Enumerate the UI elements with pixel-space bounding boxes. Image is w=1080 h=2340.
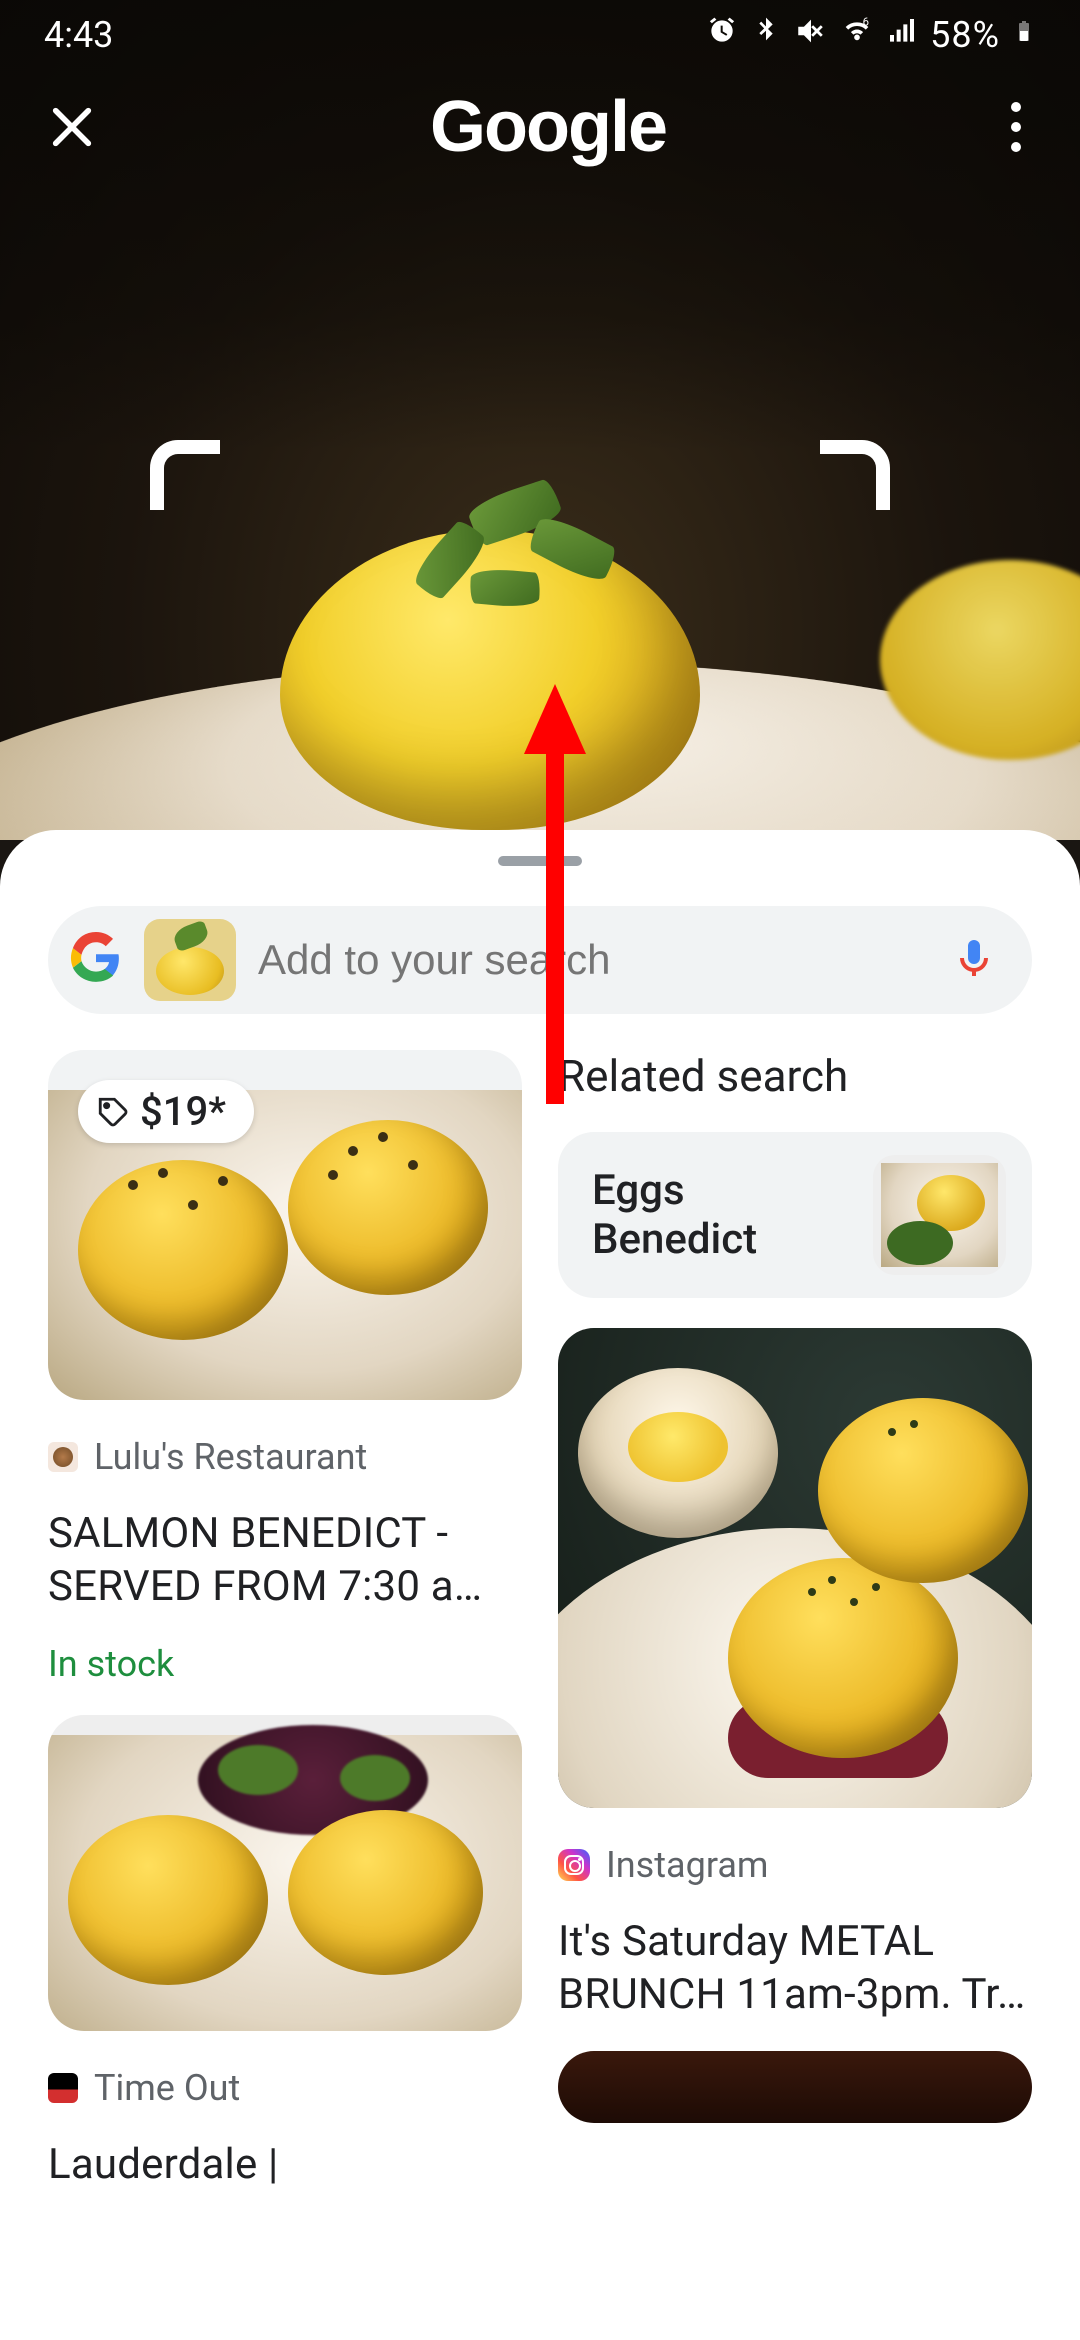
- related-search-chip[interactable]: Eggs Benedict: [558, 1132, 1032, 1298]
- result-image[interactable]: [558, 1328, 1032, 1808]
- instagram-icon: [558, 1849, 590, 1881]
- result-image[interactable]: [48, 1715, 522, 2031]
- wifi-icon: 6: [840, 14, 874, 57]
- google-logo: Google: [430, 86, 666, 168]
- result-image[interactable]: $19*: [48, 1050, 522, 1400]
- svg-text:6: 6: [863, 14, 869, 28]
- sheet-grabber[interactable]: [498, 856, 582, 866]
- crop-corner-tl[interactable]: [150, 440, 220, 510]
- price-tag: $19*: [78, 1080, 254, 1143]
- result-source[interactable]: Lulu's Restaurant: [48, 1436, 522, 1478]
- results-right-column: Related search Eggs Benedict: [558, 1050, 1032, 2192]
- stock-status: In stock: [48, 1643, 522, 1685]
- status-time: 4:43: [44, 14, 113, 56]
- results-bottom-sheet[interactable]: $19* Lulu's Restaurant SALMON BENEDICT -…: [0, 830, 1080, 2340]
- source-name: Time Out: [94, 2067, 240, 2109]
- search-bar[interactable]: [48, 906, 1032, 1014]
- favicon-icon: [48, 1442, 78, 1472]
- results-left-column: $19* Lulu's Restaurant SALMON BENEDICT -…: [48, 1050, 522, 2192]
- price-value: $19*: [140, 1088, 226, 1135]
- signal-icon: [886, 14, 918, 56]
- related-chip-thumbnail: [873, 1155, 1006, 1275]
- search-query-thumbnail[interactable]: [144, 919, 236, 1001]
- alarm-icon: [706, 14, 738, 56]
- related-chip-label: Eggs Benedict: [592, 1166, 853, 1264]
- mute-icon: [794, 14, 828, 57]
- google-g-icon: [70, 932, 122, 988]
- battery-percent: 58%: [930, 14, 1000, 56]
- app-header: Google: [0, 86, 1080, 168]
- result-title[interactable]: Lauderdale |: [48, 2139, 522, 2192]
- more-options-button[interactable]: [996, 99, 1036, 155]
- source-name: Instagram: [606, 1844, 768, 1886]
- search-input[interactable]: [258, 936, 928, 984]
- source-name: Lulu's Restaurant: [94, 1436, 367, 1478]
- favicon-icon: [48, 2073, 78, 2103]
- mic-icon[interactable]: [950, 934, 998, 986]
- result-title[interactable]: It's Saturday METAL BRUNCH 11am-3pm. Tr…: [558, 1916, 1032, 2021]
- result-image[interactable]: [558, 2051, 1032, 2123]
- bluetooth-icon: [750, 14, 782, 56]
- result-source[interactable]: Instagram: [558, 1844, 1032, 1886]
- related-search-heading: Related search: [558, 1050, 1032, 1102]
- battery-icon: [1012, 14, 1036, 57]
- result-title[interactable]: SALMON BENEDICT - SERVED FROM 7:30 a…: [48, 1508, 522, 1613]
- lens-crop-frame[interactable]: [150, 440, 890, 870]
- status-bar: 4:43 6 58%: [0, 0, 1080, 70]
- close-button[interactable]: [44, 99, 100, 155]
- result-source[interactable]: Time Out: [48, 2067, 522, 2109]
- crop-corner-tr[interactable]: [820, 440, 890, 510]
- price-tag-icon: [96, 1095, 130, 1129]
